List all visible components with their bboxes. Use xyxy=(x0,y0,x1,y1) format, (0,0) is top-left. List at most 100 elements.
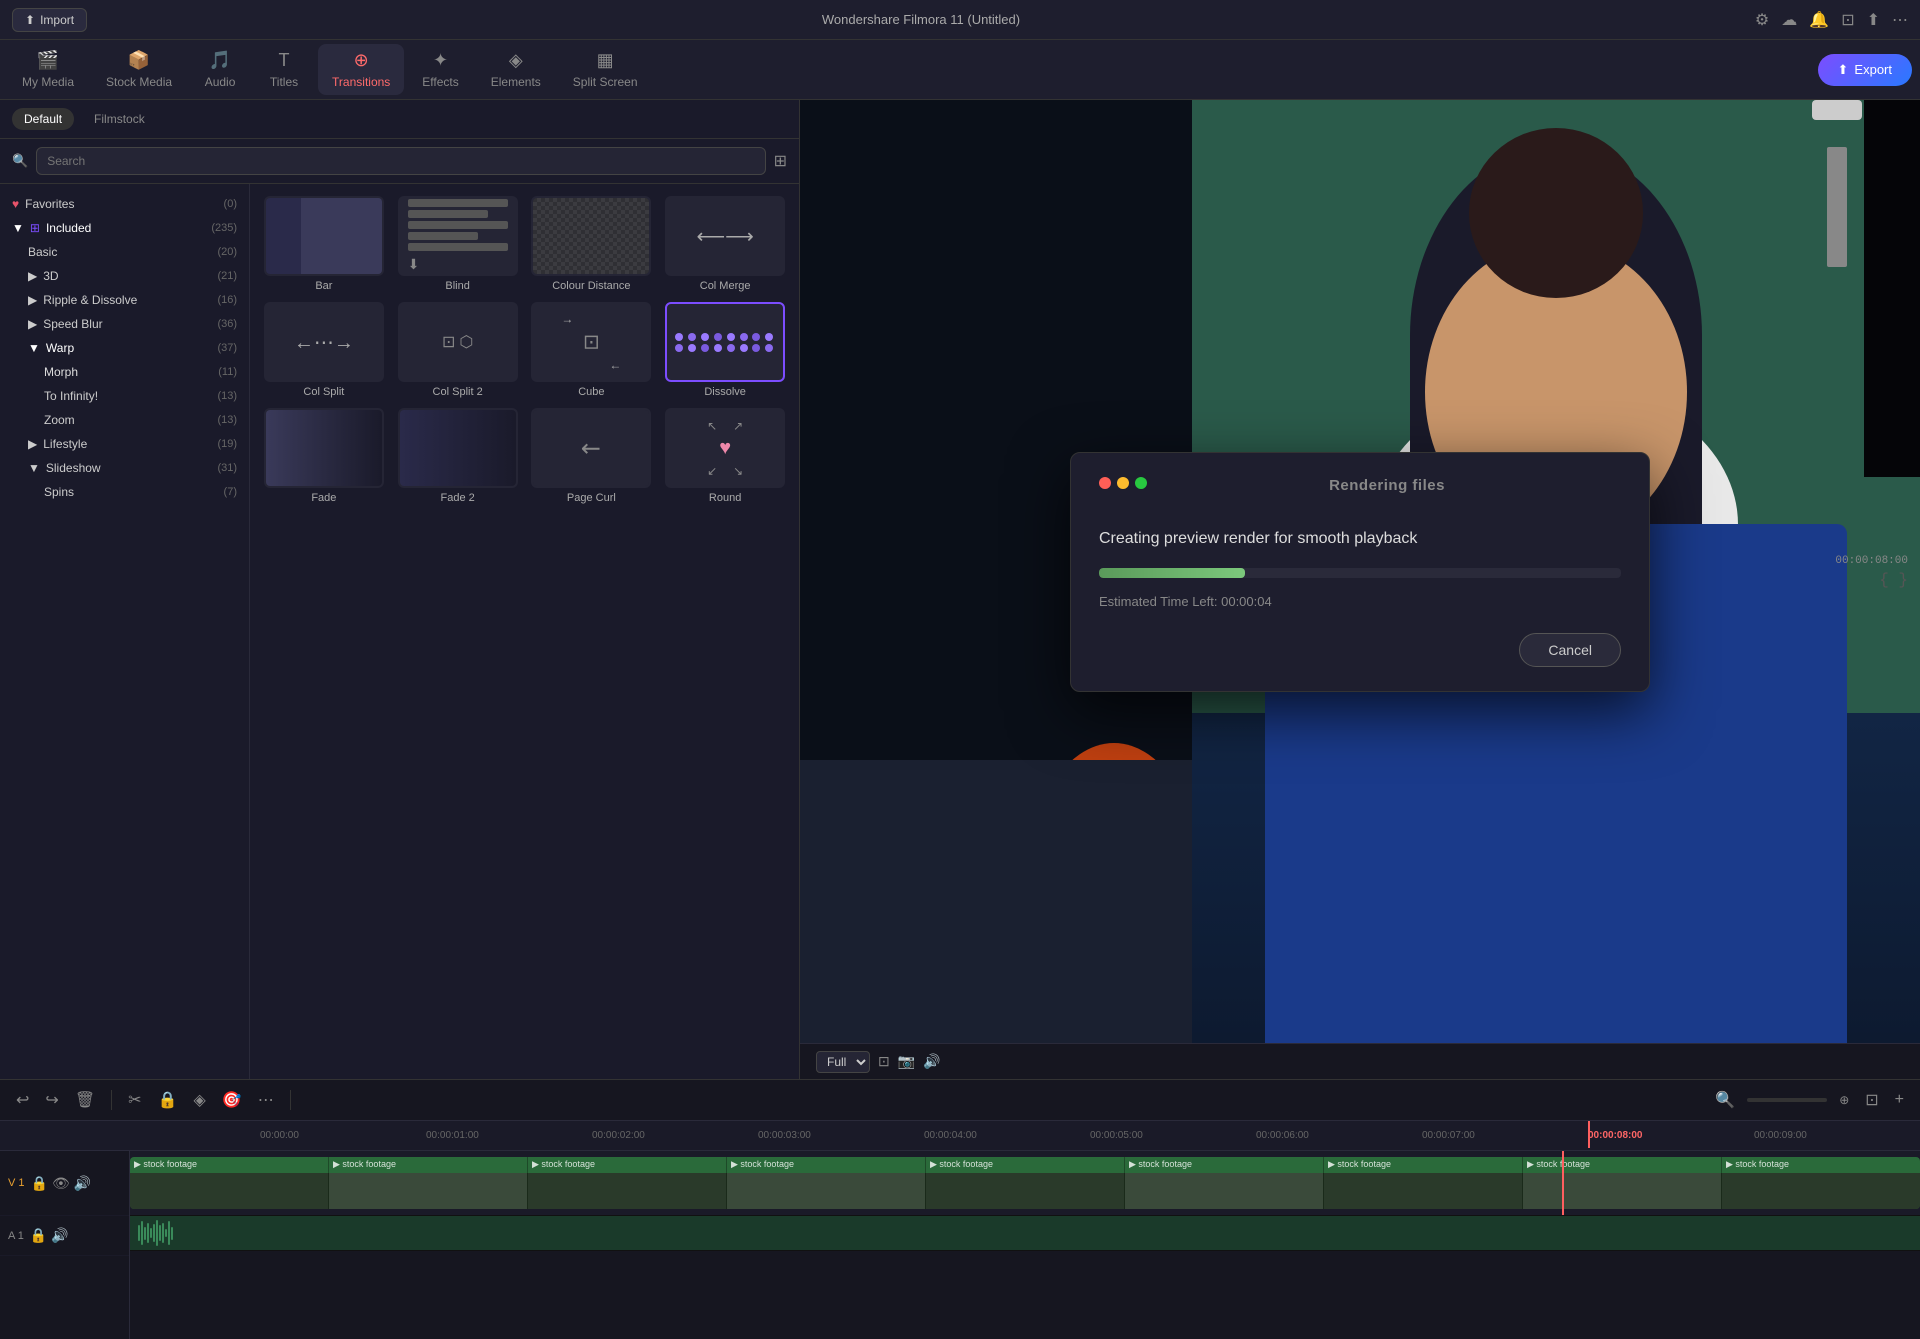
import-button[interactable]: ⬆ Import xyxy=(12,8,87,32)
transition-col-merge[interactable]: ⟵⟶ Col Merge xyxy=(663,196,787,292)
add-track-icon[interactable]: + xyxy=(1891,1087,1908,1113)
track-playhead xyxy=(1562,1151,1564,1215)
video-track-lock-icon[interactable]: 🔒 xyxy=(31,1175,48,1192)
panel-body: ♥ Favorites (0) ▼ ⊞ Included (235) xyxy=(0,184,799,1079)
lifestyle-count: (19) xyxy=(217,438,237,450)
sidebar-item-spins[interactable]: Spins (7) xyxy=(0,480,249,504)
sidebar-item-zoom[interactable]: Zoom (13) xyxy=(0,408,249,432)
sidebar-3d-label: 3D xyxy=(43,269,58,283)
transition-col-split[interactable]: ←⋯→ Col Split xyxy=(262,302,386,398)
export-label: Export xyxy=(1854,62,1892,77)
mark-tool[interactable]: ◈ xyxy=(189,1086,209,1114)
transition-fade[interactable]: Fade xyxy=(262,408,386,504)
more-icon[interactable]: ⋯ xyxy=(1892,10,1908,30)
screen-icon[interactable]: ⊡ xyxy=(1841,10,1854,30)
tab-audio[interactable]: 🎵 Audio xyxy=(190,44,250,95)
sidebar-item-ripple[interactable]: ▶ Ripple & Dissolve (16) xyxy=(0,288,249,312)
clip-thumb-2 xyxy=(528,1173,727,1209)
audio-label: Audio xyxy=(205,75,236,89)
sidebar-lifestyle-label: Lifestyle xyxy=(43,437,87,451)
sidebar-item-slideshow[interactable]: ▼ Slideshow (31) xyxy=(0,456,249,480)
lock-tool[interactable]: 🔒 xyxy=(154,1086,182,1114)
clip-labels-row: ▶ stock footage ▶ stock footage ▶ stock … xyxy=(130,1157,1920,1173)
settings-icon[interactable]: ⚙ xyxy=(1755,10,1769,30)
sidebar-item-infinity[interactable]: To Infinity! (13) xyxy=(0,384,249,408)
col-merge-label: Col Merge xyxy=(700,280,751,292)
search-input[interactable] xyxy=(36,147,765,175)
snap-tool[interactable]: 🎯 xyxy=(218,1086,246,1114)
round-label: Round xyxy=(709,492,741,504)
clip-thumb-6 xyxy=(1324,1173,1523,1209)
grid-view-icon[interactable]: ⊞ xyxy=(774,151,787,171)
quality-select[interactable]: Full 1/2 1/4 xyxy=(816,1051,870,1073)
nav-tabs: 🎬 My Media 📦 Stock Media 🎵 Audio T Title… xyxy=(0,40,1920,100)
chevron-right-icon4: ▶ xyxy=(28,437,37,451)
transition-cube[interactable]: → ⊡ ← Cube xyxy=(530,302,654,398)
tab-transitions[interactable]: ⊕ Transitions xyxy=(318,44,404,95)
traffic-yellow xyxy=(1117,477,1129,489)
video-track-visibility-icon[interactable]: 👁 xyxy=(52,1175,70,1192)
import-label: Import xyxy=(40,13,74,27)
sidebar-item-basic[interactable]: Basic (20) xyxy=(0,240,249,264)
more-tool[interactable]: ⋯ xyxy=(254,1086,278,1114)
audio-track-label: A 1 🔒 🔊 xyxy=(0,1216,129,1256)
sidebar-item-warp[interactable]: ▼ Warp (37) xyxy=(0,336,249,360)
sidebar-item-favorites[interactable]: ♥ Favorites (0) xyxy=(0,192,249,216)
tab-my-media[interactable]: 🎬 My Media xyxy=(8,44,88,95)
screen-mode-icon[interactable]: ⊡ xyxy=(878,1053,890,1070)
undo-tool[interactable]: ↩ xyxy=(12,1086,33,1114)
audio-track xyxy=(130,1216,1920,1251)
cut-tool[interactable]: ✂ xyxy=(124,1086,145,1114)
cloud-icon[interactable]: ☁ xyxy=(1781,10,1797,30)
col-merge-thumbnail: ⟵⟶ xyxy=(696,224,753,249)
tab-split-screen[interactable]: ▦ Split Screen xyxy=(559,44,652,95)
sidebar-item-3d[interactable]: ▶ 3D (21) xyxy=(0,264,249,288)
sidebar-item-lifestyle[interactable]: ▶ Lifestyle (19) xyxy=(0,432,249,456)
transitions-label: Transitions xyxy=(332,75,390,89)
audio-track-mute-icon[interactable]: 🔊 xyxy=(51,1227,68,1244)
3d-count: (21) xyxy=(217,270,237,282)
bell-icon[interactable]: 🔔 xyxy=(1809,10,1829,30)
sidebar-item-included[interactable]: ▼ ⊞ Included (235) xyxy=(0,216,249,240)
tab-elements[interactable]: ◈ Elements xyxy=(477,44,555,95)
transition-dissolve[interactable]: Dissolve xyxy=(663,302,787,398)
transition-bar[interactable]: ↗ Bar xyxy=(262,196,386,292)
audio-toggle-icon[interactable]: 🔊 xyxy=(923,1053,940,1070)
export-button[interactable]: ⬆ Export xyxy=(1818,54,1912,86)
effects-icon: ✦ xyxy=(433,50,448,71)
tab-effects[interactable]: ✦ Effects xyxy=(408,44,472,95)
transition-fade-2[interactable]: Fade 2 xyxy=(396,408,520,504)
tab-titles[interactable]: T Titles xyxy=(254,44,314,95)
blind-label: Blind xyxy=(445,280,469,292)
zoom-out-icon[interactable]: 🔍 xyxy=(1711,1086,1739,1114)
transition-colour-distance[interactable]: Colour Distance xyxy=(530,196,654,292)
tool-separator-2 xyxy=(290,1090,291,1110)
zoom-count: (13) xyxy=(217,414,237,426)
redo-tool[interactable]: ↪ xyxy=(41,1086,62,1114)
clip-label-1: ▶ stock footage xyxy=(329,1157,528,1173)
audio-track-lock-icon[interactable]: 🔒 xyxy=(30,1227,47,1244)
snapshot-icon[interactable]: 📷 xyxy=(898,1053,915,1070)
progress-bar-background xyxy=(1099,568,1621,578)
sidebar-item-morph[interactable]: Morph (11) xyxy=(0,360,249,384)
video-track-audio-icon[interactable]: 🔊 xyxy=(74,1175,91,1192)
fit-icon[interactable]: ⊡ xyxy=(1861,1086,1882,1114)
tab-stock-media[interactable]: 📦 Stock Media xyxy=(92,44,186,95)
transition-page-curl[interactable]: ↙ Page Curl xyxy=(530,408,654,504)
delete-tool[interactable]: 🗑 xyxy=(71,1086,99,1114)
zoom-slider[interactable] xyxy=(1747,1098,1827,1102)
transition-round[interactable]: ↖ ↗ ♥ ↙ ↘ Round xyxy=(663,408,787,504)
sidebar-zoom-label: Zoom xyxy=(44,413,75,427)
transition-grid: ↗ Bar xyxy=(262,196,787,504)
panel-tab-filmstock[interactable]: Filmstock xyxy=(82,108,157,130)
transition-col-split-2[interactable]: ⊡⬡ Col Split 2 xyxy=(396,302,520,398)
transition-blind[interactable]: ⬇ Blind xyxy=(396,196,520,292)
sidebar-item-speed-blur[interactable]: ▶ Speed Blur (36) xyxy=(0,312,249,336)
share-icon[interactable]: ⬆ xyxy=(1867,10,1880,30)
preview-controls: Full 1/2 1/4 ⊡ 📷 🔊 xyxy=(800,1043,1920,1079)
my-media-label: My Media xyxy=(22,75,74,89)
cancel-button[interactable]: Cancel xyxy=(1519,633,1621,667)
zoom-in-icon[interactable]: ⊕ xyxy=(1835,1089,1853,1111)
colour-distance-thumbnail xyxy=(533,198,649,274)
panel-tab-default[interactable]: Default xyxy=(12,108,74,130)
